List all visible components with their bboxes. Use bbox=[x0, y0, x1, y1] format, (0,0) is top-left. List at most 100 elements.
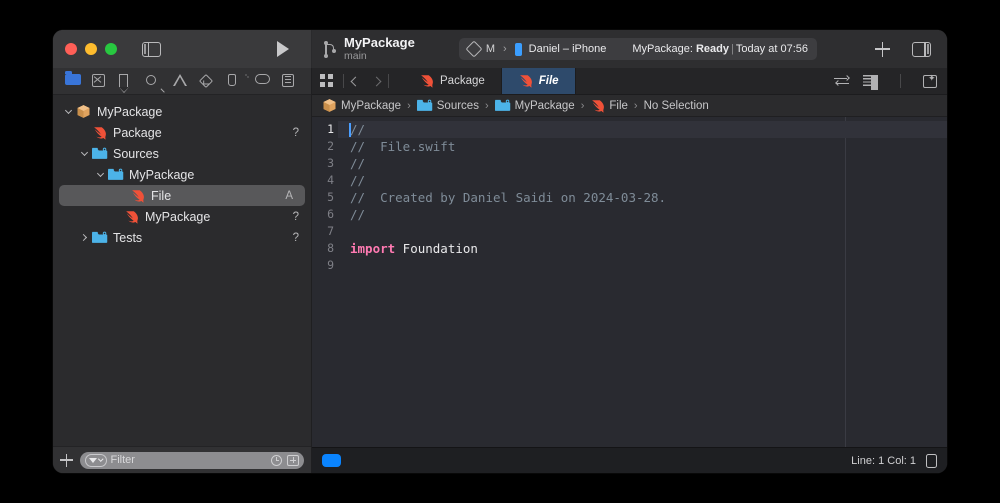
code-token-plain: Foundation bbox=[395, 241, 478, 256]
debug-navigator-icon[interactable] bbox=[227, 73, 245, 89]
minimize-button[interactable] bbox=[85, 43, 97, 55]
code-line[interactable] bbox=[338, 223, 947, 240]
source-folder-icon bbox=[416, 99, 433, 112]
editor-status-bar: Line: 1 Col: 1 bbox=[312, 447, 947, 473]
breadcrumb-label: File bbox=[609, 99, 628, 112]
breadcrumb-item-mypackage[interactable]: MyPackage bbox=[494, 99, 575, 112]
code-line[interactable] bbox=[338, 257, 947, 274]
code-line[interactable]: // bbox=[338, 172, 947, 189]
inspector-toggle-icon[interactable] bbox=[912, 41, 931, 57]
source-control-navigator-icon[interactable] bbox=[92, 73, 109, 89]
breakpoint-navigator-icon[interactable] bbox=[254, 73, 272, 89]
minimap-toggle-icon[interactable] bbox=[863, 74, 878, 90]
close-button[interactable] bbox=[65, 43, 77, 55]
tree-row-tests[interactable]: Tests? bbox=[53, 227, 311, 248]
activity-pill[interactable] bbox=[322, 454, 341, 467]
tree-row-label: Tests bbox=[113, 230, 143, 245]
scheme-name: M bbox=[485, 43, 495, 55]
find-navigator-icon[interactable] bbox=[146, 74, 163, 89]
tree-row-label: Package bbox=[113, 125, 162, 140]
status-separator: | bbox=[730, 43, 734, 55]
project-branch-block[interactable]: MyPackage main bbox=[323, 35, 415, 62]
recent-clock-icon[interactable] bbox=[271, 454, 282, 466]
swap-editor-icon[interactable] bbox=[834, 74, 850, 88]
code-editor[interactable]: 1 2 3 4 5 6 7 8 9 // // File.swift // // // Created … bbox=[312, 117, 947, 447]
add-editor-icon[interactable] bbox=[923, 73, 937, 88]
source-control-filter-icon[interactable] bbox=[287, 454, 299, 466]
tree-row-status-badge: ? bbox=[292, 231, 299, 244]
code-line[interactable]: // bbox=[338, 155, 947, 172]
navigator-panel: MyPackage Package? Sources MyPackage File A My… bbox=[53, 68, 312, 473]
code-line[interactable]: import Foundation bbox=[338, 240, 947, 257]
test-navigator-icon[interactable] bbox=[198, 73, 218, 89]
package-icon bbox=[322, 98, 337, 113]
tree-row-mypackage[interactable]: MyPackage bbox=[53, 164, 311, 185]
chevron-down-icon[interactable] bbox=[77, 148, 91, 157]
plus-icon[interactable] bbox=[875, 41, 890, 57]
iphone-icon bbox=[514, 42, 522, 56]
filter-input[interactable]: Filter bbox=[80, 451, 304, 469]
source-code[interactable]: // // File.swift // // // Created by Daniel … bbox=[338, 117, 947, 447]
navigate-forward-icon[interactable] bbox=[371, 76, 382, 86]
line-number: 4 bbox=[327, 173, 334, 187]
editor-tab-bar: Package File bbox=[312, 68, 947, 95]
issue-navigator-icon[interactable] bbox=[173, 73, 190, 89]
line-number: 8 bbox=[327, 241, 334, 255]
row-icon-wrapper bbox=[75, 104, 92, 119]
breadcrumb-separator: › bbox=[484, 99, 489, 112]
run-icon[interactable] bbox=[277, 41, 289, 57]
swift-icon bbox=[590, 99, 605, 113]
chevron-right-icon[interactable] bbox=[77, 233, 91, 242]
scheme-status-bar[interactable]: M › Daniel – iPhone MyPackage: Ready | Tod… bbox=[458, 38, 817, 60]
project-title: MyPackage bbox=[344, 35, 415, 50]
chevron-down-icon[interactable] bbox=[61, 106, 75, 115]
code-token-comment: // Created by Daniel Saidi on 2024-03-28… bbox=[350, 190, 667, 205]
breadcrumb-item-file[interactable]: File bbox=[590, 99, 628, 113]
project-file-tree: MyPackage Package? Sources MyPackage File A My… bbox=[53, 95, 311, 446]
chevron-down-icon[interactable] bbox=[93, 169, 107, 178]
row-icon-wrapper bbox=[91, 147, 108, 160]
tree-row-sources[interactable]: Sources bbox=[53, 143, 311, 164]
code-line[interactable]: // Created by Daniel Saidi on 2024-03-28… bbox=[338, 189, 947, 206]
swift-icon bbox=[124, 210, 139, 224]
line-number-gutter: 1 2 3 4 5 6 7 8 9 bbox=[312, 117, 338, 447]
tab-package[interactable]: Package bbox=[403, 68, 502, 94]
navigate-back-icon[interactable] bbox=[350, 76, 361, 86]
tree-row-file[interactable]: File A bbox=[59, 185, 305, 206]
tabbar-divider-2 bbox=[388, 74, 389, 88]
filter-funnel-icon[interactable] bbox=[85, 453, 107, 467]
project-navigator-icon[interactable] bbox=[65, 73, 82, 89]
bookmark-navigator-icon[interactable] bbox=[118, 73, 136, 93]
breadcrumb: MyPackage › Sources › MyPackage › File › No Sele… bbox=[312, 95, 947, 117]
breadcrumb-item-sources[interactable]: Sources bbox=[416, 99, 479, 112]
window-controls bbox=[65, 43, 117, 55]
line-col-indicator: Line: 1 Col: 1 bbox=[851, 454, 916, 467]
breadcrumb-item-mypackage[interactable]: MyPackage bbox=[322, 98, 401, 113]
editor-tabs: Package File bbox=[403, 68, 576, 94]
code-line[interactable]: // bbox=[338, 121, 947, 138]
tree-row-mypackage[interactable]: MyPackage bbox=[53, 101, 311, 122]
tree-row-package[interactable]: Package? bbox=[53, 122, 311, 143]
tabbar-divider-3 bbox=[900, 74, 901, 88]
navigator-filter-bar: Filter bbox=[53, 446, 311, 473]
source-folder-icon bbox=[91, 231, 108, 244]
breadcrumb-item-no-selection[interactable]: No Selection bbox=[644, 100, 709, 112]
tab-file[interactable]: File bbox=[501, 68, 576, 94]
zoom-button[interactable] bbox=[105, 43, 117, 55]
editor-options-icon[interactable] bbox=[320, 73, 335, 89]
add-file-button[interactable] bbox=[60, 453, 73, 467]
tab-label: File bbox=[538, 75, 559, 87]
sidebar-toggle-icon[interactable] bbox=[142, 41, 161, 57]
code-line[interactable]: // bbox=[338, 206, 947, 223]
breadcrumb-separator: › bbox=[407, 99, 411, 112]
xcode-window: MyPackage main M › Daniel – iPhone MyPac… bbox=[53, 30, 947, 473]
code-line[interactable]: // File.swift bbox=[338, 138, 947, 155]
report-navigator-icon[interactable] bbox=[281, 73, 299, 89]
row-icon-wrapper bbox=[107, 168, 124, 181]
tree-row-status-badge: ? bbox=[292, 126, 299, 139]
window-body: MyPackage Package? Sources MyPackage File A My… bbox=[53, 68, 947, 473]
device-preview-icon[interactable] bbox=[926, 453, 937, 468]
tree-row-mypackage[interactable]: MyPackage? bbox=[53, 206, 311, 227]
code-token-comment: // bbox=[350, 207, 366, 222]
breadcrumb-label: Sources bbox=[436, 99, 479, 112]
